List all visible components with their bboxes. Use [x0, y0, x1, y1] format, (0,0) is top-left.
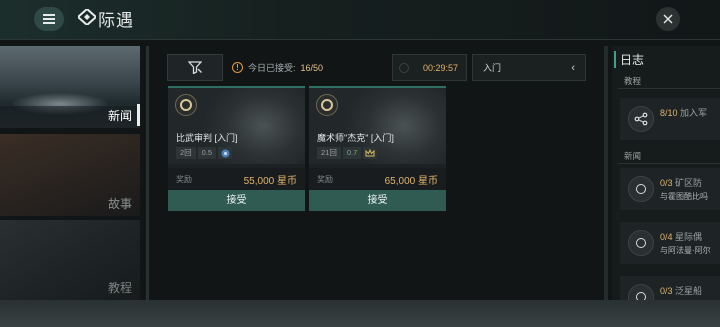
log-item-text: 星际偶: [675, 232, 703, 242]
selected-indicator: [137, 104, 140, 126]
globe-icon: [218, 147, 233, 159]
mission-name: 比武审判 [入门]: [176, 133, 238, 143]
log-item-text: 泛星船: [675, 286, 703, 296]
log-progress: 0/3: [660, 178, 673, 188]
diamond-logo-icon: [78, 9, 96, 25]
log-progress: 8/10: [660, 108, 678, 118]
sidebar-item-story[interactable]: 故事: [0, 134, 140, 216]
divider: [146, 46, 149, 300]
filter-button[interactable]: [167, 54, 223, 81]
tag-rating: 0.7: [342, 147, 362, 159]
level-dropdown[interactable]: 入门 ‹: [472, 54, 586, 81]
log-item-sub: 与阿法曼·阿尔: [660, 246, 711, 255]
page-title: 际遇: [98, 11, 134, 30]
close-button[interactable]: [656, 7, 680, 31]
log-item[interactable]: 0/3 矿区防 与霍图酷比吗: [620, 168, 720, 210]
log-title: 日志: [614, 51, 644, 68]
top-bar: 际遇: [0, 0, 720, 40]
accept-button[interactable]: 接受: [309, 190, 446, 211]
refresh-pin-icon: [628, 230, 654, 256]
log-progress: 0/3: [660, 286, 673, 296]
log-section-label: 新闻: [624, 151, 642, 161]
tag-rounds: 2回: [176, 147, 196, 159]
log-item-text: 矿区防: [675, 178, 703, 188]
log-item-sub: 与霍图酷比吗: [660, 192, 708, 201]
close-icon: [663, 14, 673, 24]
accept-label: 今日已接受:: [248, 63, 296, 73]
reward-row: 奖励 55,000 星币: [168, 168, 305, 190]
share-icon: [628, 106, 654, 132]
chevron-left-icon: ‹: [571, 62, 575, 74]
log-item[interactable]: 0/4 星际偶 与阿法曼·阿尔: [620, 222, 720, 264]
daily-accept-info: ! 今日已接受: 16/50: [232, 61, 323, 74]
sidebar: 新闻 故事 教程: [0, 46, 142, 300]
clock-icon: [399, 63, 409, 73]
log-section-label: 教程: [624, 76, 642, 86]
divider: [604, 46, 608, 300]
reward-label: 奖励: [176, 175, 192, 184]
menu-button[interactable]: [34, 7, 64, 31]
tag-rating: 0.5: [197, 147, 217, 159]
accept-count: 16/50: [300, 62, 324, 73]
log-item[interactable]: 8/10 加入军: [620, 98, 720, 140]
mission-badge-icon: [316, 94, 338, 116]
crown-icon: [363, 147, 378, 159]
reward-value: 55,000 星币: [243, 176, 297, 187]
timer-value: 00:29:57: [422, 62, 458, 73]
log-panel: 日志 教程 8/10 加入军 新闻 0/3 矿区防 与霍图酷比吗 0/4 星际偶…: [612, 46, 720, 300]
sidebar-item-label: 新闻: [107, 109, 132, 123]
level-value: 入门: [483, 63, 502, 73]
bottom-bar: [0, 300, 720, 327]
warning-icon: !: [232, 62, 243, 73]
mission-tags: 21回 0.7: [317, 147, 378, 159]
mission-badge-icon: [175, 94, 197, 116]
sidebar-item-tutorial[interactable]: 教程: [0, 220, 140, 300]
log-progress: 0/4: [660, 232, 673, 242]
ship-icon: [628, 284, 654, 300]
refresh-timer: 00:29:57: [392, 54, 467, 81]
filter-icon: [188, 61, 202, 74]
hamburger-icon: [43, 14, 55, 24]
tag-rounds: 21回: [317, 147, 341, 159]
accept-button[interactable]: 接受: [168, 190, 305, 211]
log-item[interactable]: 0/3 泛星船: [620, 276, 720, 300]
log-item-text: 加入军: [680, 108, 708, 118]
sidebar-item-news[interactable]: 新闻: [0, 46, 140, 128]
mission-card[interactable]: 比武审判 [入门] 2回 0.5 奖励 55,000 星币 接受: [168, 86, 305, 211]
mission-tags: 2回 0.5: [176, 147, 233, 159]
sidebar-item-label: 教程: [107, 281, 132, 295]
mission-name: 魔术师"杰克" [入门]: [317, 133, 394, 143]
reward-value: 65,000 星币: [384, 176, 438, 187]
reward-label: 奖励: [317, 175, 333, 184]
reward-row: 奖励 65,000 星币: [309, 168, 446, 190]
sidebar-item-label: 故事: [107, 197, 132, 211]
target-icon: [628, 176, 654, 202]
mission-card[interactable]: 魔术师"杰克" [入门] 21回 0.7 奖励 65,000 星币 接受: [309, 86, 446, 211]
